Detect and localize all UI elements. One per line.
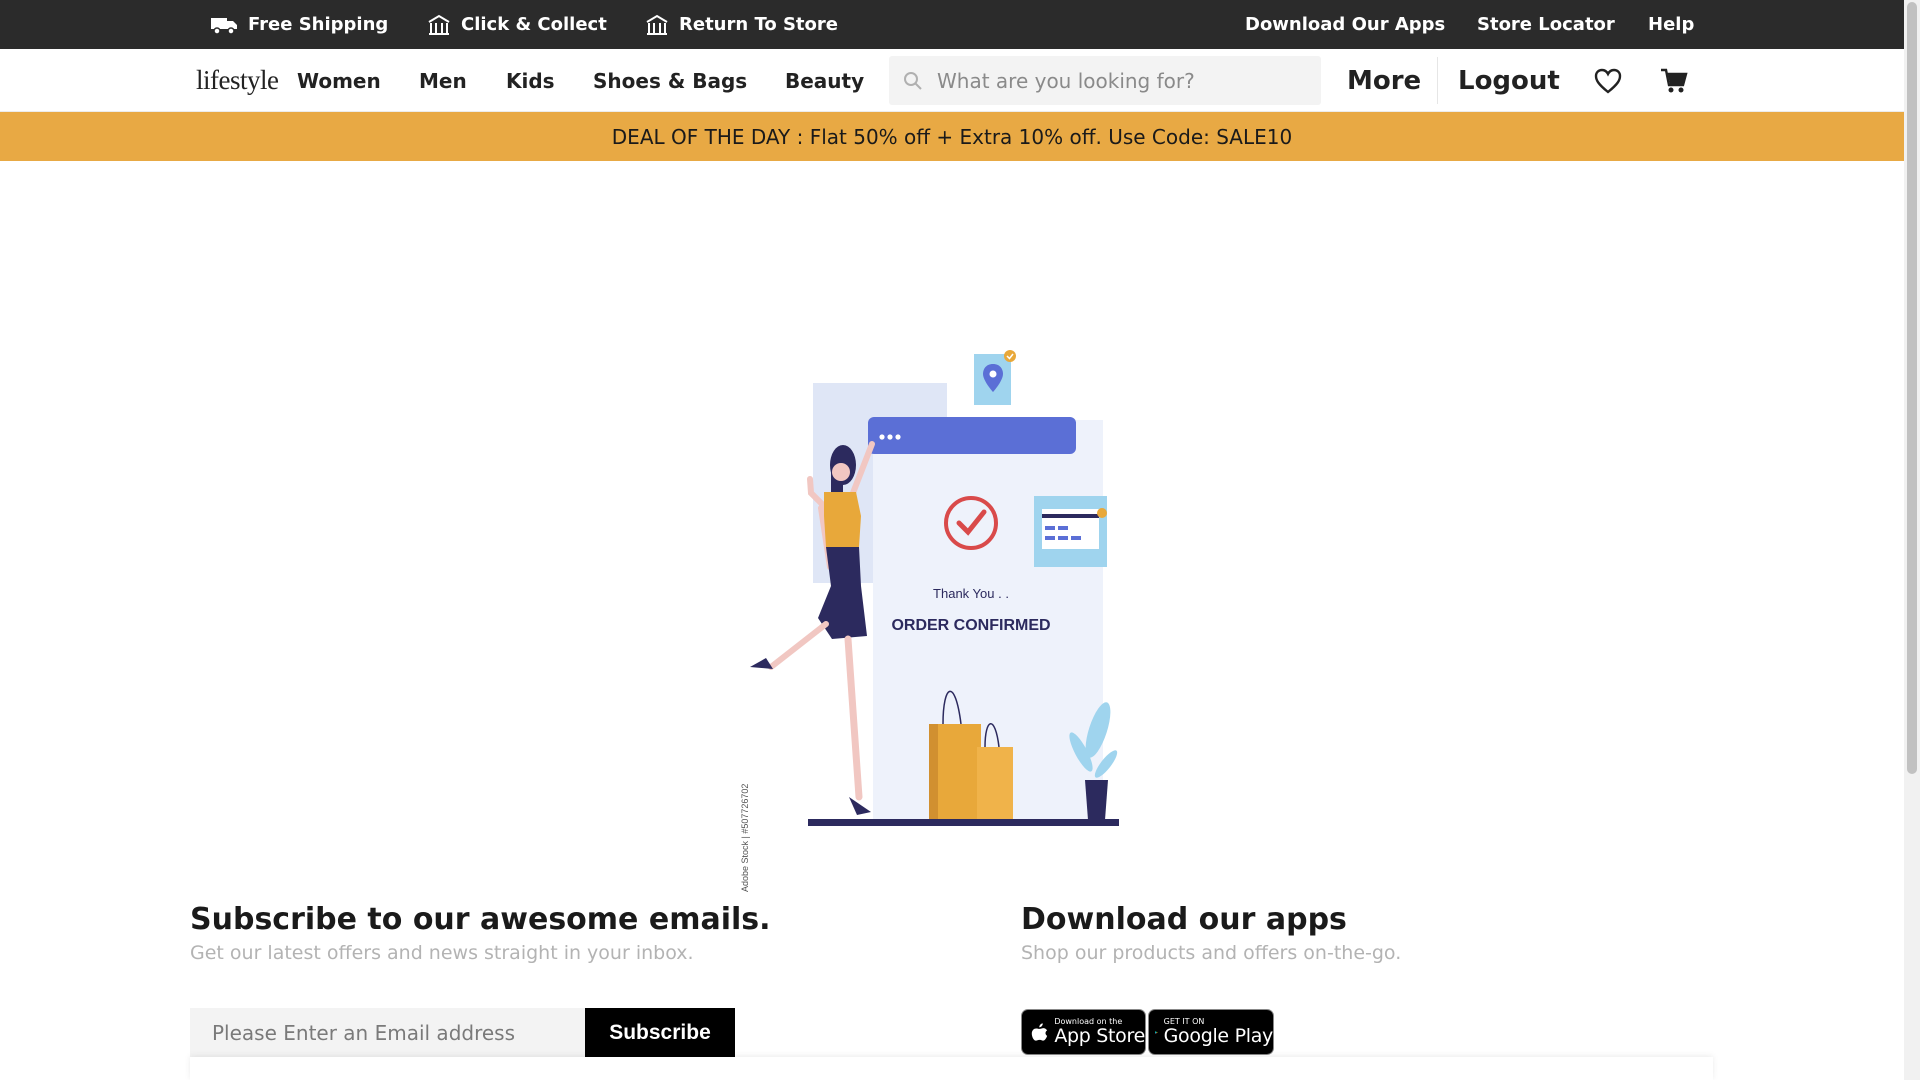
scrollbar-thumb[interactable]	[1907, 2, 1917, 774]
download-apps-label: Download Our Apps	[1245, 14, 1446, 35]
nav-men[interactable]: Men	[419, 49, 467, 112]
store-locator-link[interactable]: Store Locator	[1477, 0, 1615, 49]
search-icon	[904, 71, 922, 90]
nav-women[interactable]: Women	[297, 49, 381, 112]
nav-divider	[1437, 57, 1438, 104]
order-confirmed-illustration: Thank You . . ORDER CONFIRMED Adobe Stoc…	[733, 280, 1165, 902]
email-field[interactable]	[212, 1020, 572, 1045]
apple-icon	[1031, 1023, 1048, 1041]
wishlist-heart-icon[interactable]	[1593, 66, 1623, 96]
footer-card	[190, 1057, 1713, 1080]
nav-beauty[interactable]: Beauty	[785, 49, 864, 112]
help-label: Help	[1648, 14, 1695, 35]
free-shipping-label: Free Shipping	[248, 14, 389, 35]
click-collect-link[interactable]: Click & Collect	[427, 0, 607, 49]
search-bar	[889, 56, 1321, 105]
free-shipping-link[interactable]: Free Shipping	[210, 0, 388, 49]
app-store-badge[interactable]: Download on the App Store	[1021, 1009, 1146, 1055]
main-navigation: lifestyle Women Men Kids Shoes & Bags Be…	[0, 49, 1904, 112]
subscribe-button[interactable]: Subscribe	[585, 1008, 735, 1057]
truck-icon	[211, 17, 237, 35]
google-play-badge[interactable]: GET IT ON Google Play	[1148, 1009, 1274, 1055]
deal-of-the-day-banner[interactable]: DEAL OF THE DAY : Flat 50% off + Extra 1…	[0, 112, 1904, 161]
nav-more[interactable]: More	[1347, 49, 1421, 112]
deal-text: DEAL OF THE DAY : Flat 50% off + Extra 1…	[611, 124, 1293, 149]
download-apps-title: Download our apps	[1021, 902, 1347, 937]
top-utility-bar: Free Shipping Click & Collect Return To …	[0, 0, 1904, 49]
order-confirmed-image: Thank You . . ORDER CONFIRMED Adobe Stoc…	[740, 350, 1119, 892]
page-scrollbar[interactable]	[1904, 0, 1920, 1080]
download-apps-description: Shop our products and offers on-the-go.	[1021, 942, 1402, 964]
email-field-container	[190, 1008, 585, 1057]
subscribe-description: Get our latest offers and news straight …	[190, 942, 694, 964]
stock-credit-text: Adobe Stock | #507726702	[740, 784, 750, 892]
help-link[interactable]: Help	[1648, 0, 1694, 49]
return-store-label: Return To Store	[679, 14, 838, 35]
store-icon	[428, 14, 450, 35]
search-input[interactable]	[937, 68, 1297, 93]
download-apps-link[interactable]: Download Our Apps	[1245, 0, 1445, 49]
lifestyle-logo[interactable]: lifestyle	[196, 65, 279, 96]
logout-button[interactable]: Logout	[1458, 49, 1560, 112]
store-icon	[646, 14, 668, 35]
nav-shoes-bags[interactable]: Shoes & Bags	[593, 49, 747, 112]
google-play-icon	[1155, 1030, 1158, 1034]
return-store-link[interactable]: Return To Store	[645, 0, 838, 49]
store-locator-label: Store Locator	[1477, 14, 1615, 35]
subscribe-title: Subscribe to our awesome emails.	[190, 902, 771, 937]
thank-you-text: Thank You . .	[933, 586, 1009, 601]
order-confirmed-text: ORDER CONFIRMED	[891, 617, 1050, 634]
app-store-label: App Store	[1054, 1025, 1145, 1047]
click-collect-label: Click & Collect	[461, 14, 607, 35]
google-play-label: Google Play	[1163, 1025, 1274, 1047]
cart-icon[interactable]	[1659, 66, 1689, 96]
nav-kids[interactable]: Kids	[506, 49, 555, 112]
